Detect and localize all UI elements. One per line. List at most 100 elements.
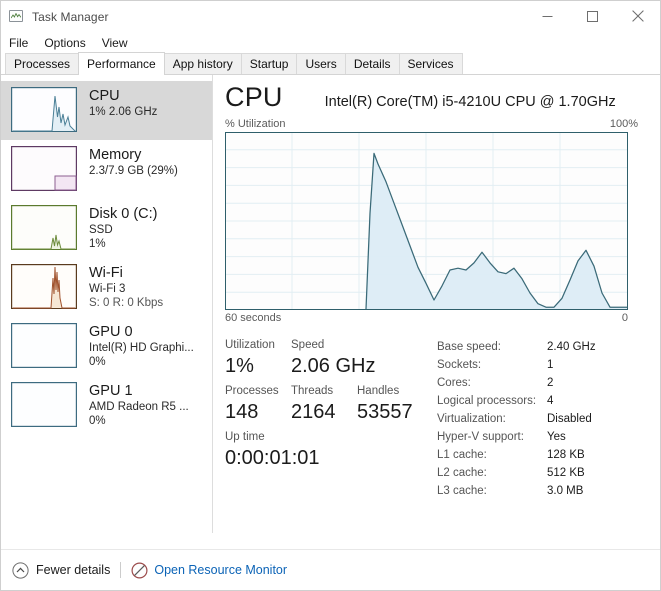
spec-l1-cache: L1 cache: 128 KB: [437, 446, 660, 464]
sidebar-item-memory[interactable]: Memory 2.3/7.9 GB (29%): [1, 140, 212, 199]
sidebar-item-disk-title: Disk 0 (C:): [89, 206, 158, 222]
stat-utilization-label: Utilization: [225, 339, 275, 351]
stat-uptime: Up time 0:00:01:01: [225, 429, 320, 475]
task-manager-window: Task Manager File Options View Processes…: [0, 0, 661, 591]
sidebar-item-cpu[interactable]: CPU 1% 2.06 GHz: [1, 81, 212, 140]
sidebar-item-gpu-1-text: GPU 1 AMD Radeon R5 ... 0%: [89, 382, 189, 428]
spec-l3-cache-key: L3 cache:: [437, 485, 487, 497]
sidebar-item-wifi-line1: Wi-Fi 3: [89, 283, 126, 295]
maximize-button[interactable]: [570, 1, 615, 31]
tab-app-history[interactable]: App history: [163, 53, 242, 74]
stat-threads-value: 2164: [291, 401, 336, 423]
cpu-stats: Utilization 1% Speed 2.06 GHz Processes …: [225, 337, 660, 500]
wifi-thumbnail-chart: [11, 264, 77, 309]
spec-base-speed-value: 2.40 GHz: [547, 341, 596, 353]
sidebar-item-gpu-1-line1: AMD Radeon R5 ...: [89, 401, 189, 413]
sidebar-item-memory-title: Memory: [89, 147, 142, 163]
menu-item-options[interactable]: Options: [44, 35, 93, 51]
stat-uptime-label: Up time: [225, 431, 265, 443]
sidebar-item-memory-line1: 2.3/7.9 GB (29%): [89, 165, 178, 177]
page-title: CPU: [225, 82, 283, 112]
sidebar-item-disk-line1: SSD: [89, 224, 113, 236]
stat-threads-label: Threads: [291, 385, 334, 397]
close-button[interactable]: [615, 1, 660, 31]
spec-hyperv-support: Hyper-V support: Yes: [437, 428, 660, 446]
chart-y-max-label: 100%: [609, 118, 638, 130]
stat-speed-label: Speed: [291, 339, 325, 351]
spec-hyperv-support-value: Yes: [547, 431, 566, 443]
tab-details[interactable]: Details: [344, 53, 400, 74]
gpu1-thumbnail-chart: [11, 382, 77, 427]
cpu-detail-panel: CPU Intel(R) Core(TM) i5-4210U CPU @ 1.7…: [213, 75, 660, 533]
sidebar-item-gpu-1[interactable]: GPU 1 AMD Radeon R5 ... 0%: [1, 376, 212, 435]
minimize-button[interactable]: [525, 1, 570, 31]
open-resource-monitor-link[interactable]: Open Resource Monitor: [131, 561, 288, 579]
stat-row-2: Processes 148 Threads 2164 Handles 53557: [225, 383, 437, 429]
resource-monitor-icon: [131, 561, 148, 579]
sidebar-item-wifi[interactable]: Wi-Fi Wi-Fi 3 S: 0 R: 0 Kbps: [1, 258, 212, 317]
sidebar-item-wifi-line2: S: 0 R: 0 Kbps: [89, 297, 164, 309]
stat-handles-value: 53557: [357, 401, 413, 423]
stat-processes: Processes 148: [225, 383, 291, 429]
tab-users[interactable]: Users: [296, 53, 346, 74]
disk-thumbnail-chart: [11, 205, 77, 250]
chart-x-right-label: 0: [621, 312, 628, 324]
fewer-details-label: Fewer details: [36, 563, 111, 577]
content-area: CPU 1% 2.06 GHz Memory 2.3/7.9 GB (29%): [1, 75, 660, 533]
chart-y-axis-label: % Utilization: [225, 118, 286, 130]
spec-virtualization-key: Virtualization:: [437, 413, 506, 425]
spec-base-speed-key: Base speed:: [437, 341, 501, 353]
sidebar-item-gpu-1-title: GPU 1: [89, 383, 133, 399]
sidebar-item-cpu-title: CPU: [89, 88, 120, 104]
stat-row-1: Utilization 1% Speed 2.06 GHz: [225, 337, 437, 383]
stat-threads: Threads 2164: [291, 383, 357, 429]
tab-performance[interactable]: Performance: [78, 52, 165, 75]
sidebar-item-disk-line2: 1%: [89, 238, 106, 250]
window-title: Task Manager: [32, 9, 109, 24]
spec-l3-cache: L3 cache: 3.0 MB: [437, 482, 660, 500]
sidebar-item-wifi-title: Wi-Fi: [89, 265, 123, 281]
status-separator: [120, 562, 122, 578]
sidebar-item-gpu-0[interactable]: GPU 0 Intel(R) HD Graphi... 0%: [1, 317, 212, 376]
open-resource-monitor-label: Open Resource Monitor: [154, 563, 288, 577]
cpu-model-name: Intel(R) Core(TM) i5-4210U CPU @ 1.70GHz: [324, 94, 616, 110]
stat-handles-label: Handles: [357, 385, 400, 397]
tab-services[interactable]: Services: [398, 53, 463, 74]
menu-item-view[interactable]: View: [102, 35, 136, 51]
spec-l1-cache-key: L1 cache:: [437, 449, 487, 461]
stat-speed-value: 2.06 GHz: [291, 355, 376, 377]
menu-bar: File Options View: [1, 32, 660, 53]
stat-row-3: Up time 0:00:01:01: [225, 429, 437, 475]
sidebar-item-cpu-text: CPU 1% 2.06 GHz: [89, 87, 157, 119]
sidebar-item-disk-text: Disk 0 (C:) SSD 1%: [89, 205, 157, 251]
spec-sockets-value: 1: [547, 359, 554, 371]
spec-l2-cache-key: L2 cache:: [437, 467, 487, 479]
sidebar-item-gpu-0-line2: 0%: [89, 356, 106, 368]
sidebar-item-disk-0-c[interactable]: Disk 0 (C:) SSD 1%: [1, 199, 212, 258]
stat-utilization: Utilization 1%: [225, 337, 291, 383]
spec-logical-processors-value: 4: [547, 395, 554, 407]
sidebar-item-gpu-0-text: GPU 0 Intel(R) HD Graphi... 0%: [89, 323, 194, 369]
spec-hyperv-support-key: Hyper-V support:: [437, 431, 524, 443]
status-bar: Fewer details Open Resource Monitor: [1, 549, 660, 590]
chart-top-labels: % Utilization 100%: [225, 118, 660, 130]
fewer-details-button[interactable]: Fewer details: [12, 561, 111, 579]
cpu-utilization-graph[interactable]: [225, 132, 628, 310]
spec-l2-cache: L2 cache: 512 KB: [437, 464, 660, 482]
sidebar-item-gpu-0-line1: Intel(R) HD Graphi...: [89, 342, 194, 354]
spec-virtualization: Virtualization: Disabled: [437, 410, 660, 428]
chevron-up-circle-icon: [12, 561, 29, 579]
resource-list: CPU 1% 2.06 GHz Memory 2.3/7.9 GB (29%): [1, 75, 213, 533]
spec-cores-value: 2: [547, 377, 554, 389]
cpu-counters: Utilization 1% Speed 2.06 GHz Processes …: [225, 337, 437, 500]
sidebar-item-memory-text: Memory 2.3/7.9 GB (29%): [89, 146, 178, 178]
spec-virtualization-value: Disabled: [547, 413, 592, 425]
menu-item-file[interactable]: File: [9, 35, 36, 51]
stat-uptime-value: 0:00:01:01: [225, 447, 320, 469]
tab-processes[interactable]: Processes: [5, 53, 80, 74]
chart-bottom-labels: 60 seconds 0: [225, 312, 628, 324]
tab-startup[interactable]: Startup: [240, 53, 298, 74]
chart-x-left-label: 60 seconds: [225, 312, 282, 324]
stat-processes-value: 148: [225, 401, 259, 423]
spec-cores: Cores: 2: [437, 374, 660, 392]
